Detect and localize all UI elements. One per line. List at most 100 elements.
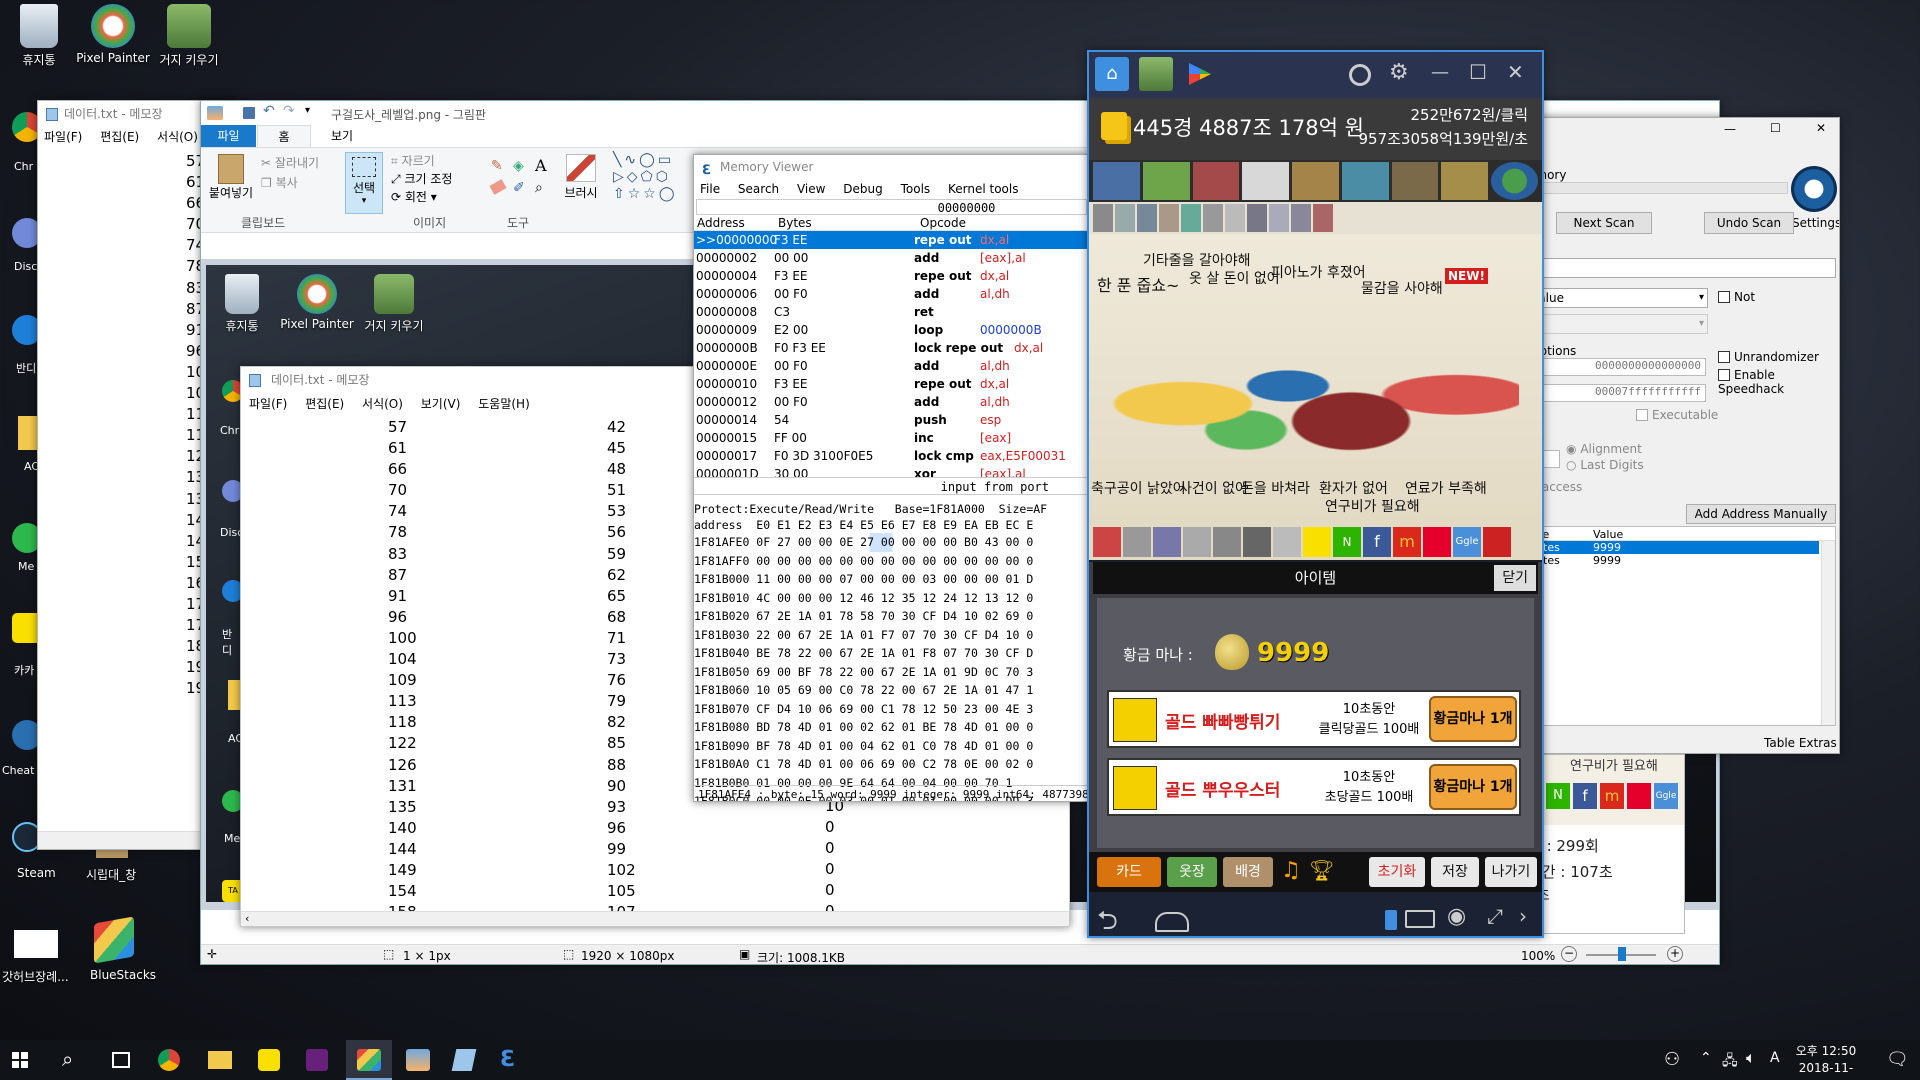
network-icon[interactable]: 🖧︎ (1722, 1050, 1738, 1074)
scan-subtype-select[interactable]: es▾ (1526, 314, 1708, 334)
menu-help[interactable]: 도움말(H) (478, 397, 530, 411)
building-icon[interactable] (1159, 204, 1179, 232)
disasm-row[interactable]: 00000017 F0 3D 3100F0E5 lock cmp eax,E5F000… (694, 447, 1089, 465)
building-icon[interactable] (1313, 204, 1333, 232)
taskbar-clock[interactable]: 오후 12:50 2018-11-01 (1794, 1043, 1858, 1080)
address-list-vscrollbar[interactable] (1821, 541, 1835, 725)
building-icon[interactable] (1273, 527, 1301, 557)
address-list-row[interactable]: Bytes 9999 (1527, 554, 1835, 567)
globe-icon[interactable] (1491, 162, 1539, 200)
building-icon[interactable] (1183, 527, 1211, 557)
hex-row[interactable]: 1F81B090 BF 78 4D 01 00 04 62 01 C0 78 4… (694, 737, 1089, 756)
mcdonalds-icon[interactable]: m (1393, 527, 1421, 557)
disasm-row[interactable]: >>00000000F3 EE repe out dx,al (694, 231, 1089, 249)
address-list[interactable]: ype Value Bytes 9999 Bytes 9999 (1526, 526, 1836, 726)
chevron-right-icon[interactable]: › (1519, 904, 1527, 928)
buy-item-button[interactable]: 황금마나 1개 (1429, 764, 1517, 810)
character-icon[interactable] (1391, 162, 1439, 200)
building-icon[interactable] (1115, 204, 1135, 232)
building-icon[interactable] (1203, 204, 1223, 232)
disasm-row[interactable]: 00000009 E2 00 loop 0000000B (694, 321, 1089, 339)
search-icon[interactable]: ⌕ (62, 1047, 73, 1071)
hex-row[interactable]: 1F81B080 BD 78 4D 01 00 02 62 01 BE 78 4… (694, 718, 1089, 737)
disasm-row[interactable]: 00000006 00 F0 add al,dh (694, 285, 1089, 303)
last-digits-radio[interactable]: ○ Last Digits (1566, 458, 1644, 472)
unrandomizer-checkbox[interactable]: Unrandomizer (1718, 350, 1819, 364)
red-brand-icon[interactable] (1423, 527, 1451, 557)
building-icon[interactable] (1269, 204, 1289, 232)
building-icon[interactable] (1123, 527, 1151, 557)
tab-file[interactable]: 파일 (201, 125, 256, 147)
home-nav-icon[interactable] (1155, 912, 1189, 932)
character-icon[interactable] (1192, 162, 1240, 200)
phone-icon[interactable] (1385, 910, 1397, 930)
resize-button[interactable]: ⤢ 크기 조정 (391, 170, 452, 187)
disasm-row[interactable]: 00000012 00 F0 add al,dh (694, 393, 1089, 411)
menu-file[interactable]: 파일(F) (249, 397, 287, 411)
building-icon[interactable] (1153, 527, 1181, 557)
taskbar-kakaotalk[interactable] (258, 1049, 280, 1071)
memory-viewer-titlebar[interactable]: ℇ Memory Viewer (694, 155, 1089, 179)
minimize-icon[interactable]: — (1724, 122, 1736, 136)
tab-home[interactable]: 홈 (257, 125, 311, 149)
save-icon[interactable] (243, 107, 255, 119)
taskbar-file-explorer[interactable] (208, 1051, 232, 1069)
quick-access-dropdown-icon[interactable]: ▾ (305, 105, 310, 116)
game-scene[interactable]: 기타줄을 갈아야해 한 푼 줍쇼~ 옷 살 돈이 없어 피아노가 후졌어 물감을… (1089, 234, 1542, 524)
disasm-row[interactable]: 00000002 00 00 add [eax],al (694, 249, 1089, 267)
eye-icon[interactable]: ◉ (1447, 904, 1466, 929)
taskbar-cheat-engine[interactable]: ℇ (500, 1047, 514, 1072)
menu-format[interactable]: 서식(O) (362, 397, 403, 411)
menu-search[interactable]: Search (738, 182, 779, 196)
wardrobe-button[interactable]: 옷장 (1167, 857, 1217, 887)
value-type-select[interactable]: Value ▾ (1526, 288, 1708, 308)
undo-scan-button[interactable]: Undo Scan (1704, 212, 1794, 234)
character-icon[interactable] (1093, 162, 1140, 200)
back-icon[interactable]: ⮌ (1097, 902, 1118, 936)
menu-file[interactable]: 파일(F) (44, 130, 82, 144)
brushes-button[interactable]: 브러시 (561, 152, 601, 214)
close-icon[interactable]: ✕ (1507, 60, 1524, 84)
pencil-tool[interactable]: ✎ (491, 158, 503, 174)
menu-edit[interactable]: 편집(E) (305, 397, 344, 411)
taskbar-notepad[interactable] (451, 1049, 477, 1071)
building-icon[interactable] (1181, 204, 1201, 232)
character-icon[interactable] (1292, 162, 1339, 200)
crop-button[interactable]: ⌗ 자르기 (391, 152, 435, 169)
magnifier-icon[interactable]: ⌕ (535, 180, 543, 196)
zoom-in-button[interactable]: + (1667, 946, 1683, 962)
settings-logo-icon[interactable] (1791, 166, 1837, 212)
game-app-tab[interactable] (1139, 57, 1173, 91)
select-button[interactable]: 선택 ▾ (345, 152, 383, 214)
play-store-tab[interactable] (1183, 57, 1217, 91)
facebook-icon[interactable]: f (1363, 527, 1391, 557)
google-icon[interactable]: Ggle (1453, 527, 1481, 557)
table-extras-label[interactable]: Table Extras (1764, 736, 1837, 750)
start-button[interactable] (12, 1052, 28, 1068)
notification-icon[interactable]: 🗨︎ (1886, 1049, 1909, 1070)
bluestacks-titlebar[interactable]: ⌂ ⚙ — ☐ ✕ (1089, 52, 1542, 98)
hex-row[interactable]: 1F81B030 22 00 67 2E 1A 01 F7 07 70 30 C… (694, 626, 1089, 645)
minimize-icon[interactable]: — (1431, 62, 1449, 83)
taskbar-visual-studio[interactable] (306, 1049, 328, 1071)
trophy-icon[interactable]: 🏆︎ (1309, 858, 1334, 882)
hex-view[interactable]: 1F81AFE0 0F 27 00 00 0E 27 00 00 00 00 B… (694, 533, 1089, 801)
building-icon[interactable] (1093, 204, 1113, 232)
disasm-row[interactable]: 0000000B F0 F3 EE lock repe out dx,al (694, 339, 1089, 357)
hex-row[interactable]: 1F81B040 BE 78 22 00 67 2E 1A 01 F8 07 7… (694, 644, 1089, 663)
next-scan-button[interactable]: Next Scan (1556, 212, 1652, 234)
notepad-front-hscrollbar[interactable]: ‹ (241, 911, 1069, 926)
hex-row[interactable]: 1F81B050 69 00 BF 78 22 00 67 2E 1A 01 9… (694, 663, 1089, 682)
menu-view[interactable]: 보기(V) (421, 397, 461, 411)
fill-tool[interactable]: ◈ (513, 158, 524, 174)
maximize-icon[interactable]: ☐ (1469, 60, 1487, 84)
document-icon[interactable] (14, 930, 58, 958)
bluestacks-window[interactable]: ⌂ ⚙ — ☐ ✕ 445경 4887조 178억 원 252만672원/클릭 … (1087, 50, 1544, 938)
building-icon[interactable] (1291, 204, 1311, 232)
add-address-manually-button[interactable]: Add Address Manually (1686, 504, 1836, 524)
menu-debug[interactable]: Debug (843, 182, 882, 196)
scroll-left-icon[interactable]: ‹ (245, 912, 249, 925)
hex-row[interactable]: 1F81AFF0 00 00 00 00 00 00 00 00 00 00 0… (694, 552, 1089, 571)
hex-row[interactable]: 1F81B000 11 00 00 00 07 00 00 00 03 00 0… (694, 570, 1089, 589)
menu-edit[interactable]: 편집(E) (100, 130, 139, 144)
